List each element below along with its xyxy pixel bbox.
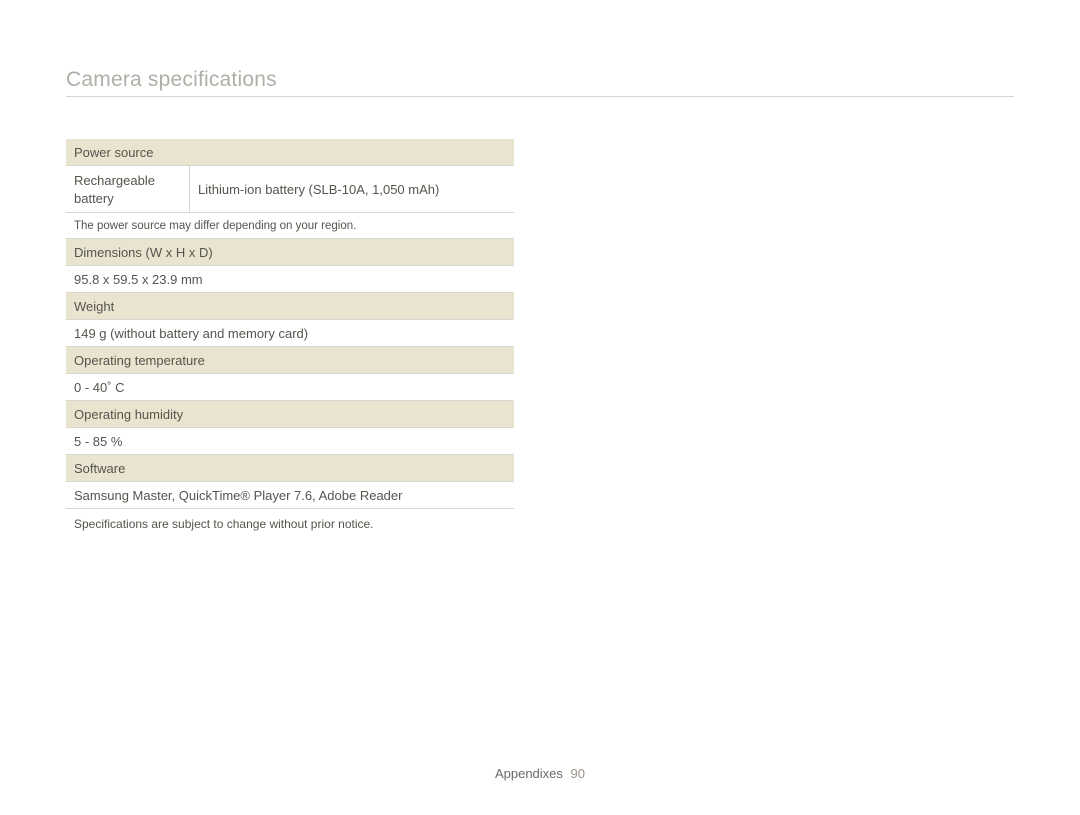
page-title: Camera specifications — [66, 68, 1014, 97]
specs-footnote: Specifications are subject to change wit… — [66, 509, 514, 536]
footer-section-label: Appendixes — [495, 766, 563, 781]
power-source-header: Power source — [66, 139, 514, 166]
page-content: Camera specifications Power source Recha… — [0, 0, 1080, 536]
operating-temperature-value: 0 - 40˚ C — [66, 374, 514, 401]
software-header: Software — [66, 455, 514, 482]
rechargeable-battery-label: Rechargeable battery — [66, 166, 190, 212]
weight-value: 149 g (without battery and memory card) — [66, 320, 514, 347]
table-row: Rechargeable battery Lithium-ion battery… — [66, 166, 514, 213]
software-value: Samsung Master, QuickTime® Player 7.6, A… — [66, 482, 514, 509]
dimensions-value: 95.8 x 59.5 x 23.9 mm — [66, 266, 514, 293]
power-source-note: The power source may differ depending on… — [66, 213, 514, 239]
operating-temperature-header: Operating temperature — [66, 347, 514, 374]
dimensions-header: Dimensions (W x H x D) — [66, 239, 514, 266]
rechargeable-battery-value: Lithium-ion battery (SLB-10A, 1,050 mAh) — [190, 166, 514, 212]
weight-header: Weight — [66, 293, 514, 320]
footer-page-number: 90 — [571, 766, 585, 781]
page-footer: Appendixes 90 — [0, 766, 1080, 781]
specs-table: Power source Rechargeable battery Lithiu… — [66, 139, 514, 536]
operating-humidity-value: 5 - 85 % — [66, 428, 514, 455]
operating-humidity-header: Operating humidity — [66, 401, 514, 428]
